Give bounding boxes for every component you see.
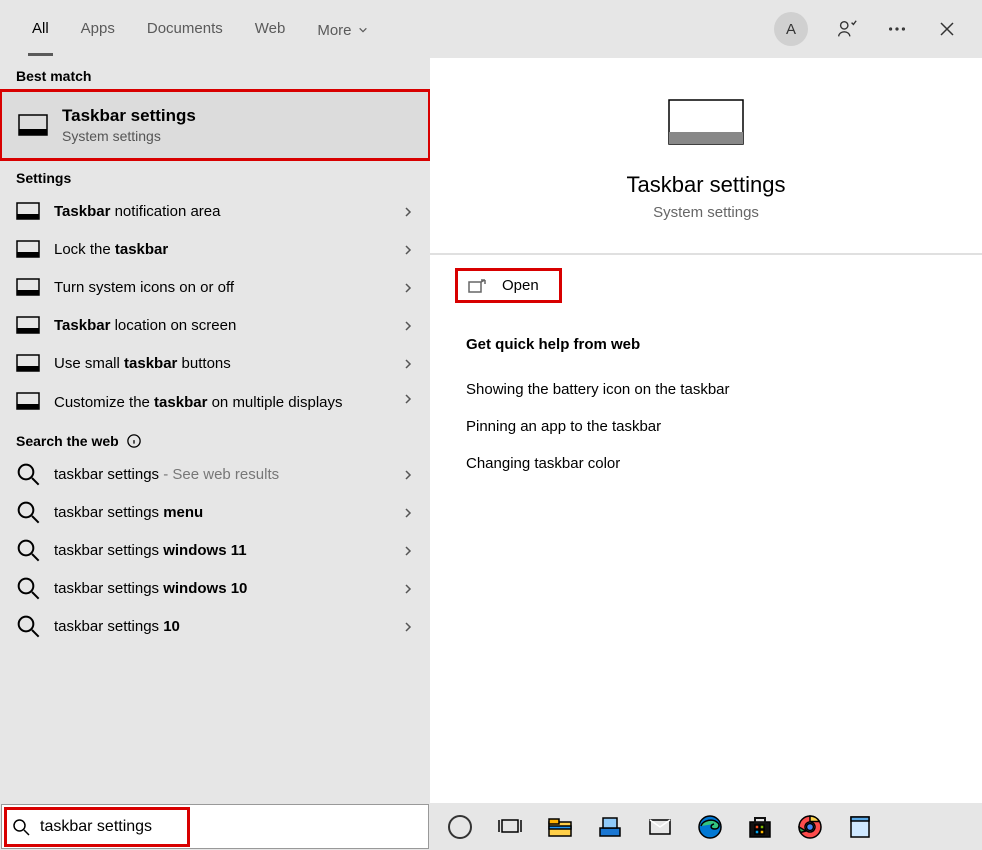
tab-web[interactable]: Web <box>251 2 290 56</box>
mail-icon[interactable] <box>646 813 674 841</box>
web-result[interactable]: taskbar settings - See web results <box>0 455 430 493</box>
main-area: Best match Taskbar settings System setti… <box>0 58 982 803</box>
result-text: Lock the taskbar <box>54 241 388 258</box>
settings-result[interactable]: Taskbar location on screen <box>0 306 430 344</box>
best-match-subtitle: System settings <box>62 128 196 144</box>
quick-help-section: Get quick help from web Showing the batt… <box>430 316 982 502</box>
taskbar-settings-icon <box>18 114 48 136</box>
file-explorer-icon[interactable] <box>546 813 574 841</box>
settings-result[interactable]: Customize the taskbar on multiple displa… <box>0 382 430 423</box>
chevron-right-icon <box>402 281 414 293</box>
taskbar-icons <box>430 803 982 850</box>
settings-app-icon[interactable] <box>596 813 624 841</box>
monitor-icon <box>16 202 40 220</box>
settings-result[interactable]: Taskbar notification area <box>0 192 430 230</box>
section-settings: Settings <box>0 160 430 192</box>
open-external-icon <box>468 279 486 293</box>
result-text: Taskbar notification area <box>54 203 388 220</box>
preview-header: Taskbar settings System settings <box>430 58 982 254</box>
tab-all[interactable]: All <box>28 2 53 56</box>
preview-subtitle: System settings <box>653 204 759 221</box>
result-text: taskbar settings windows 10 <box>54 580 388 597</box>
result-text: taskbar settings - See web results <box>54 466 388 483</box>
top-right-controls: A <box>774 12 966 46</box>
result-text: Customize the taskbar on multiple displa… <box>54 392 388 413</box>
monitor-icon <box>16 316 40 334</box>
rewards-icon[interactable] <box>836 18 858 40</box>
chevron-right-icon <box>402 319 414 331</box>
result-text: Use small taskbar buttons <box>54 355 388 372</box>
tab-apps[interactable]: Apps <box>77 2 119 56</box>
best-match-title: Taskbar settings <box>62 106 196 126</box>
section-best-match: Best match <box>0 58 430 90</box>
chevron-right-icon <box>402 582 414 594</box>
preview-app-icon <box>667 98 745 146</box>
search-icon <box>12 818 30 836</box>
monitor-icon <box>16 240 40 258</box>
help-link[interactable]: Showing the battery icon on the taskbar <box>466 371 946 408</box>
bottom-bar <box>0 803 982 850</box>
open-label: Open <box>502 277 539 294</box>
chevron-down-icon <box>358 25 368 35</box>
chevron-right-icon <box>402 205 414 217</box>
section-search-web: Search the web <box>0 423 430 455</box>
result-text: Turn system icons on or off <box>54 279 388 296</box>
chevron-right-icon <box>402 544 414 556</box>
monitor-icon <box>16 392 40 410</box>
results-list: Best match Taskbar settings System setti… <box>0 58 430 803</box>
open-row: Open <box>430 254 982 316</box>
help-link[interactable]: Changing taskbar color <box>466 445 946 482</box>
result-text: taskbar settings windows 11 <box>54 542 388 559</box>
tab-more[interactable]: More <box>313 2 371 56</box>
best-match-result[interactable]: Taskbar settings System settings <box>0 90 430 160</box>
web-result[interactable]: taskbar settings menu <box>0 493 430 531</box>
tab-more-label: More <box>317 22 351 39</box>
monitor-icon <box>16 278 40 296</box>
result-text: taskbar settings 10 <box>54 618 388 635</box>
settings-result[interactable]: Turn system icons on or off <box>0 268 430 306</box>
result-text: Taskbar location on screen <box>54 317 388 334</box>
top-bar: All Apps Documents Web More A <box>0 0 982 58</box>
search-box[interactable] <box>1 804 429 849</box>
monitor-icon <box>16 354 40 372</box>
settings-result[interactable]: Use small taskbar buttons <box>0 344 430 382</box>
preview-pane: Taskbar settings System settings Open Ge… <box>430 58 982 803</box>
best-match-text: Taskbar settings System settings <box>62 106 196 144</box>
web-result[interactable]: taskbar settings windows 10 <box>0 569 430 607</box>
web-result[interactable]: taskbar settings 10 <box>0 607 430 645</box>
task-view-icon[interactable] <box>496 813 524 841</box>
search-icon <box>16 579 40 597</box>
edge-icon[interactable] <box>696 813 724 841</box>
search-input[interactable] <box>40 818 418 836</box>
search-icon <box>16 541 40 559</box>
cortana-icon[interactable] <box>446 813 474 841</box>
more-options-icon[interactable] <box>886 18 908 40</box>
chevron-right-icon <box>402 468 414 480</box>
tab-documents[interactable]: Documents <box>143 2 227 56</box>
help-link[interactable]: Pinning an app to the taskbar <box>466 408 946 445</box>
user-avatar[interactable]: A <box>774 12 808 46</box>
chevron-right-icon <box>402 243 414 255</box>
open-button[interactable]: Open <box>460 273 557 298</box>
chevron-right-icon <box>402 506 414 518</box>
preview-title: Taskbar settings <box>627 172 786 198</box>
web-result[interactable]: taskbar settings windows 11 <box>0 531 430 569</box>
chevron-right-icon <box>402 357 414 369</box>
info-icon <box>127 434 141 448</box>
search-icon <box>16 617 40 635</box>
notepad-icon[interactable] <box>846 813 874 841</box>
search-wrap <box>0 803 430 850</box>
chrome-icon[interactable] <box>796 813 824 841</box>
close-button[interactable] <box>936 18 958 40</box>
settings-result[interactable]: Lock the taskbar <box>0 230 430 268</box>
chevron-right-icon <box>402 392 414 404</box>
search-web-label: Search the web <box>16 433 119 449</box>
search-scope-tabs: All Apps Documents Web More <box>16 2 372 56</box>
result-text: taskbar settings menu <box>54 504 388 521</box>
quick-help-title: Get quick help from web <box>466 336 946 353</box>
chevron-right-icon <box>402 620 414 632</box>
store-icon[interactable] <box>746 813 774 841</box>
search-icon <box>16 465 40 483</box>
search-icon <box>16 503 40 521</box>
